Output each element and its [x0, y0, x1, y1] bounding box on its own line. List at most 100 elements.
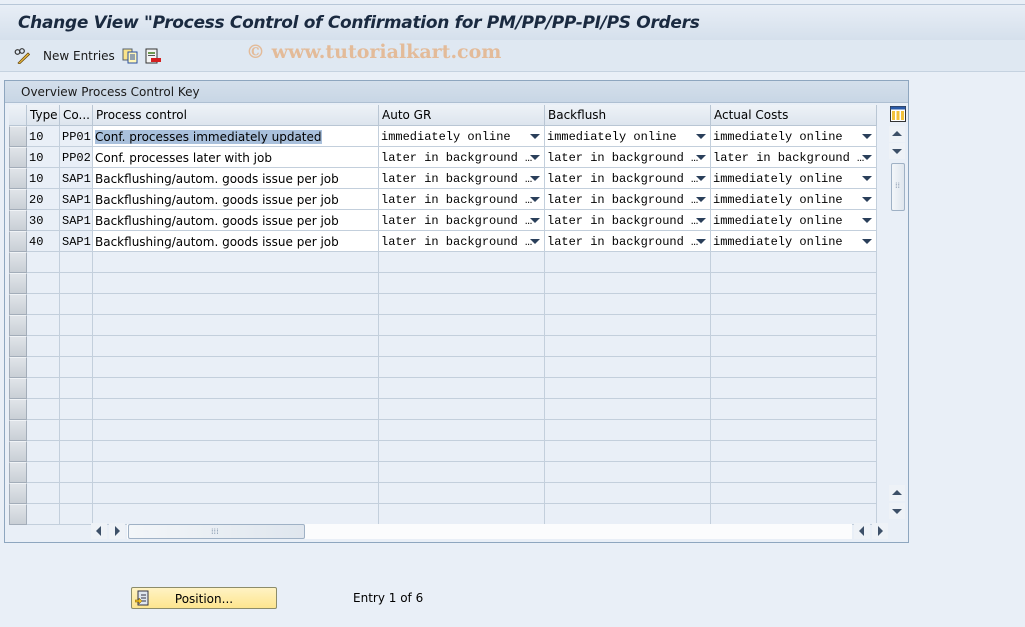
row-selector[interactable] — [9, 441, 27, 462]
edit-glasses-icon[interactable] — [14, 48, 30, 64]
new-entries-button[interactable]: New Entries — [43, 49, 115, 63]
cell-actual-costs — [711, 294, 877, 315]
dropdown-arrow-icon[interactable] — [862, 218, 872, 223]
row-selector[interactable] — [9, 210, 27, 231]
column-header-process-control[interactable]: Process control — [93, 105, 379, 126]
vertical-scroll-thumb[interactable]: ⁞⁞ — [891, 163, 905, 211]
column-header-actual-costs[interactable]: Actual Costs — [711, 105, 877, 126]
cell-type: 30 — [27, 210, 60, 231]
scroll-right-button[interactable] — [109, 523, 125, 539]
cell-auto-gr[interactable]: later in background … — [379, 147, 545, 168]
scroll-page-up-button[interactable] — [889, 485, 905, 501]
cell-auto-gr[interactable]: later in background … — [379, 210, 545, 231]
cell-actual-costs[interactable]: immediately online — [711, 210, 877, 231]
cell-process-control — [93, 504, 379, 525]
row-selector[interactable] — [9, 147, 27, 168]
empty-table-row — [9, 252, 879, 273]
row-selector[interactable] — [9, 357, 27, 378]
row-selector[interactable] — [9, 252, 27, 273]
column-settings-icon[interactable] — [890, 106, 906, 122]
dropdown-arrow-icon[interactable] — [530, 134, 540, 139]
column-header-co[interactable]: Co... — [60, 105, 93, 126]
cell-process-control — [93, 441, 379, 462]
dropdown-arrow-icon[interactable] — [530, 176, 540, 181]
entry-counter: Entry 1 of 6 — [353, 591, 424, 605]
cell-auto-gr[interactable]: later in background … — [379, 168, 545, 189]
dropdown-arrow-icon[interactable] — [530, 155, 540, 160]
cell-auto-gr[interactable]: later in background … — [379, 189, 545, 210]
cell-process-control[interactable]: Backflushing/autom. goods issue per job — [93, 231, 379, 252]
cell-process-control[interactable]: Conf. processes immediately updated — [93, 126, 379, 147]
column-header-backflush[interactable]: Backflush — [545, 105, 711, 126]
select-all-header[interactable] — [9, 105, 27, 126]
cell-backflush[interactable]: later in background … — [545, 147, 711, 168]
row-selector[interactable] — [9, 189, 27, 210]
cell-auto-gr[interactable]: later in background … — [379, 231, 545, 252]
row-selector[interactable] — [9, 462, 27, 483]
row-selector[interactable] — [9, 168, 27, 189]
cell-backflush[interactable]: later in background … — [545, 210, 711, 231]
scroll-up-button[interactable] — [889, 126, 905, 142]
copy-icon[interactable] — [122, 48, 138, 64]
dropdown-arrow-icon[interactable] — [696, 176, 706, 181]
cell-co — [60, 504, 93, 525]
row-selector[interactable] — [9, 399, 27, 420]
row-selector[interactable] — [9, 231, 27, 252]
cell-backflush[interactable]: immediately online — [545, 126, 711, 147]
cell-type — [27, 357, 60, 378]
empty-table-row — [9, 399, 879, 420]
row-selector[interactable] — [9, 315, 27, 336]
dropdown-arrow-icon[interactable] — [696, 239, 706, 244]
scroll-left-button[interactable] — [91, 523, 107, 539]
cell-backflush[interactable]: later in background … — [545, 189, 711, 210]
cell-actual-costs[interactable]: immediately online — [711, 126, 877, 147]
cell-process-control[interactable]: Backflushing/autom. goods issue per job — [93, 210, 379, 231]
dropdown-arrow-icon[interactable] — [696, 218, 706, 223]
scroll-left-button-right[interactable] — [854, 523, 870, 539]
cell-process-control[interactable]: Backflushing/autom. goods issue per job — [93, 189, 379, 210]
cell-actual-costs[interactable]: immediately online — [711, 231, 877, 252]
dropdown-arrow-icon[interactable] — [862, 239, 872, 244]
row-selector[interactable] — [9, 126, 27, 147]
dropdown-arrow-icon[interactable] — [862, 197, 872, 202]
cell-actual-costs[interactable]: later in background … — [711, 147, 877, 168]
position-button[interactable]: Position... — [131, 587, 277, 609]
row-selector[interactable] — [9, 420, 27, 441]
cell-actual-costs — [711, 420, 877, 441]
row-selector[interactable] — [9, 336, 27, 357]
dropdown-arrow-icon[interactable] — [862, 176, 872, 181]
dropdown-arrow-icon[interactable] — [696, 134, 706, 139]
cell-auto-gr-text: later in background … — [381, 151, 533, 165]
dropdown-arrow-icon[interactable] — [530, 197, 540, 202]
cell-backflush[interactable]: later in background … — [545, 168, 711, 189]
row-selector[interactable] — [9, 483, 27, 504]
row-selector[interactable] — [9, 378, 27, 399]
column-header-auto-gr[interactable]: Auto GR — [379, 105, 545, 126]
row-selector[interactable] — [9, 273, 27, 294]
dropdown-arrow-icon[interactable] — [862, 134, 872, 139]
cell-process-control[interactable]: Backflushing/autom. goods issue per job — [93, 168, 379, 189]
column-header-type[interactable]: Type — [27, 105, 60, 126]
cell-auto-gr — [379, 462, 545, 483]
delete-icon[interactable] — [145, 48, 161, 64]
dropdown-arrow-icon[interactable] — [530, 239, 540, 244]
dropdown-arrow-icon[interactable] — [862, 155, 872, 160]
cell-process-control — [93, 294, 379, 315]
cell-backflush-text: immediately online — [547, 130, 677, 144]
cell-auto-gr[interactable]: immediately online — [379, 126, 545, 147]
cell-actual-costs[interactable]: immediately online — [711, 168, 877, 189]
scroll-page-down-button[interactable] — [889, 503, 905, 519]
dropdown-arrow-icon[interactable] — [530, 218, 540, 223]
horizontal-scroll-thumb[interactable]: ⁞⁞⁞ — [128, 524, 305, 539]
dropdown-arrow-icon[interactable] — [696, 155, 706, 160]
cell-actual-costs — [711, 315, 877, 336]
cell-process-control[interactable]: Conf. processes later with job — [93, 147, 379, 168]
dropdown-arrow-icon[interactable] — [696, 197, 706, 202]
row-selector[interactable] — [9, 294, 27, 315]
scroll-down-button[interactable] — [889, 143, 905, 159]
cell-actual-costs[interactable]: immediately online — [711, 189, 877, 210]
cell-backflush[interactable]: later in background … — [545, 231, 711, 252]
row-selector[interactable] — [9, 504, 27, 525]
empty-table-row — [9, 294, 879, 315]
scroll-right-button-right[interactable] — [872, 523, 888, 539]
